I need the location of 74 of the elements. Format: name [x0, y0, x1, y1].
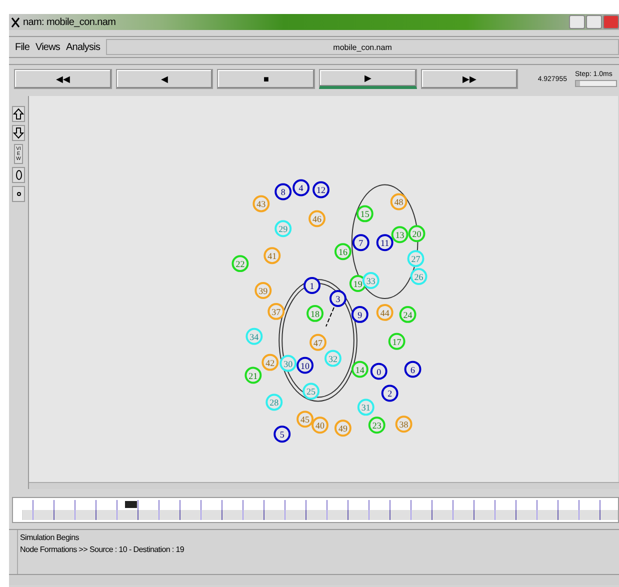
log-line: Simulation Begins — [20, 533, 80, 542]
zoom-in-button[interactable] — [12, 106, 25, 122]
node[interactable]: 44 — [376, 304, 394, 321]
node[interactable]: 17 — [388, 332, 406, 350]
node[interactable]: 46 — [308, 210, 326, 228]
node[interactable]: 16 — [334, 243, 352, 260]
node[interactable]: 23 — [368, 416, 386, 434]
node[interactable]: 28 — [266, 394, 283, 411]
horizontal-scrollbar[interactable] — [9, 574, 619, 585]
node[interactable]: 19 — [349, 275, 366, 292]
playback-button[interactable]: ◀ — [116, 69, 214, 89]
node[interactable]: 21 — [244, 366, 262, 384]
node[interactable]: 7 — [352, 234, 370, 252]
oval-button[interactable] — [12, 167, 25, 183]
node[interactable]: 9 — [351, 306, 368, 323]
packet-link — [326, 306, 334, 327]
node[interactable]: 48 — [390, 193, 408, 210]
node[interactable]: 14 — [351, 360, 368, 378]
node[interactable]: 38 — [395, 416, 412, 433]
node[interactable]: 24 — [399, 306, 416, 323]
node[interactable]: 47 — [310, 334, 326, 351]
node[interactable]: 29 — [274, 220, 292, 238]
oval-icon — [16, 170, 22, 180]
file-name-label: mobile_con.nam — [106, 39, 619, 55]
node[interactable]: 11 — [376, 234, 394, 252]
timeline[interactable] — [12, 497, 619, 523]
node[interactable]: 37 — [268, 302, 285, 320]
maximize-button[interactable] — [586, 15, 602, 29]
circle-icon — [16, 192, 20, 196]
node[interactable]: 18 — [306, 304, 324, 322]
node[interactable]: 42 — [262, 354, 279, 371]
node[interactable]: 33 — [362, 272, 380, 289]
node[interactable]: 5 — [274, 426, 291, 443]
minimize-button[interactable] — [569, 15, 585, 29]
node[interactable]: 49 — [334, 420, 352, 437]
node[interactable]: 12 — [312, 181, 330, 198]
playback-button[interactable]: ◀◀ — [14, 69, 112, 89]
node[interactable]: 34 — [246, 328, 263, 345]
node[interactable]: 22 — [232, 255, 249, 272]
node[interactable]: 25 — [302, 382, 320, 400]
node[interactable]: 6 — [404, 360, 422, 378]
node[interactable]: 43 — [252, 195, 270, 212]
node[interactable]: 1 — [304, 277, 320, 294]
close-button[interactable] — [603, 15, 619, 29]
node[interactable]: 13 — [391, 226, 408, 244]
dot-button[interactable] — [12, 186, 25, 202]
horizontal-scrollbar[interactable] — [29, 482, 619, 489]
node[interactable]: 8 — [274, 183, 292, 200]
playback-button[interactable]: ▶ — [319, 69, 417, 89]
node[interactable]: 30 — [280, 354, 297, 372]
node[interactable]: 39 — [254, 282, 272, 299]
x-logo-icon — [11, 16, 20, 28]
zoom-out-button[interactable] — [12, 125, 25, 141]
menu-item[interactable]: Analysis — [66, 42, 100, 52]
node[interactable]: 31 — [357, 398, 374, 416]
node[interactable]: 20 — [408, 225, 426, 242]
node[interactable]: 2 — [381, 384, 398, 402]
node[interactable]: 40 — [312, 416, 328, 434]
menu-item[interactable]: Views — [36, 42, 60, 52]
step-slider[interactable] — [575, 80, 618, 87]
node[interactable]: 3 — [329, 290, 346, 307]
menu-item[interactable]: File — [15, 42, 30, 52]
node[interactable]: 0 — [370, 362, 388, 380]
node[interactable]: 26 — [410, 268, 428, 286]
playback-button[interactable]: ■ — [217, 69, 316, 89]
node[interactable]: 4 — [292, 179, 310, 196]
node[interactable]: 27 — [407, 250, 424, 268]
window-title: nam: mobile_con.nam — [23, 16, 116, 28]
log-line: Node Formations >> Source : 10 - Destination : 19 — [20, 545, 184, 554]
node[interactable]: 32 — [324, 350, 342, 367]
node[interactable]: 15 — [356, 205, 374, 222]
node[interactable]: 10 — [296, 356, 314, 374]
playback-button[interactable]: ▶▶ — [420, 69, 518, 89]
node[interactable]: 41 — [264, 247, 281, 264]
